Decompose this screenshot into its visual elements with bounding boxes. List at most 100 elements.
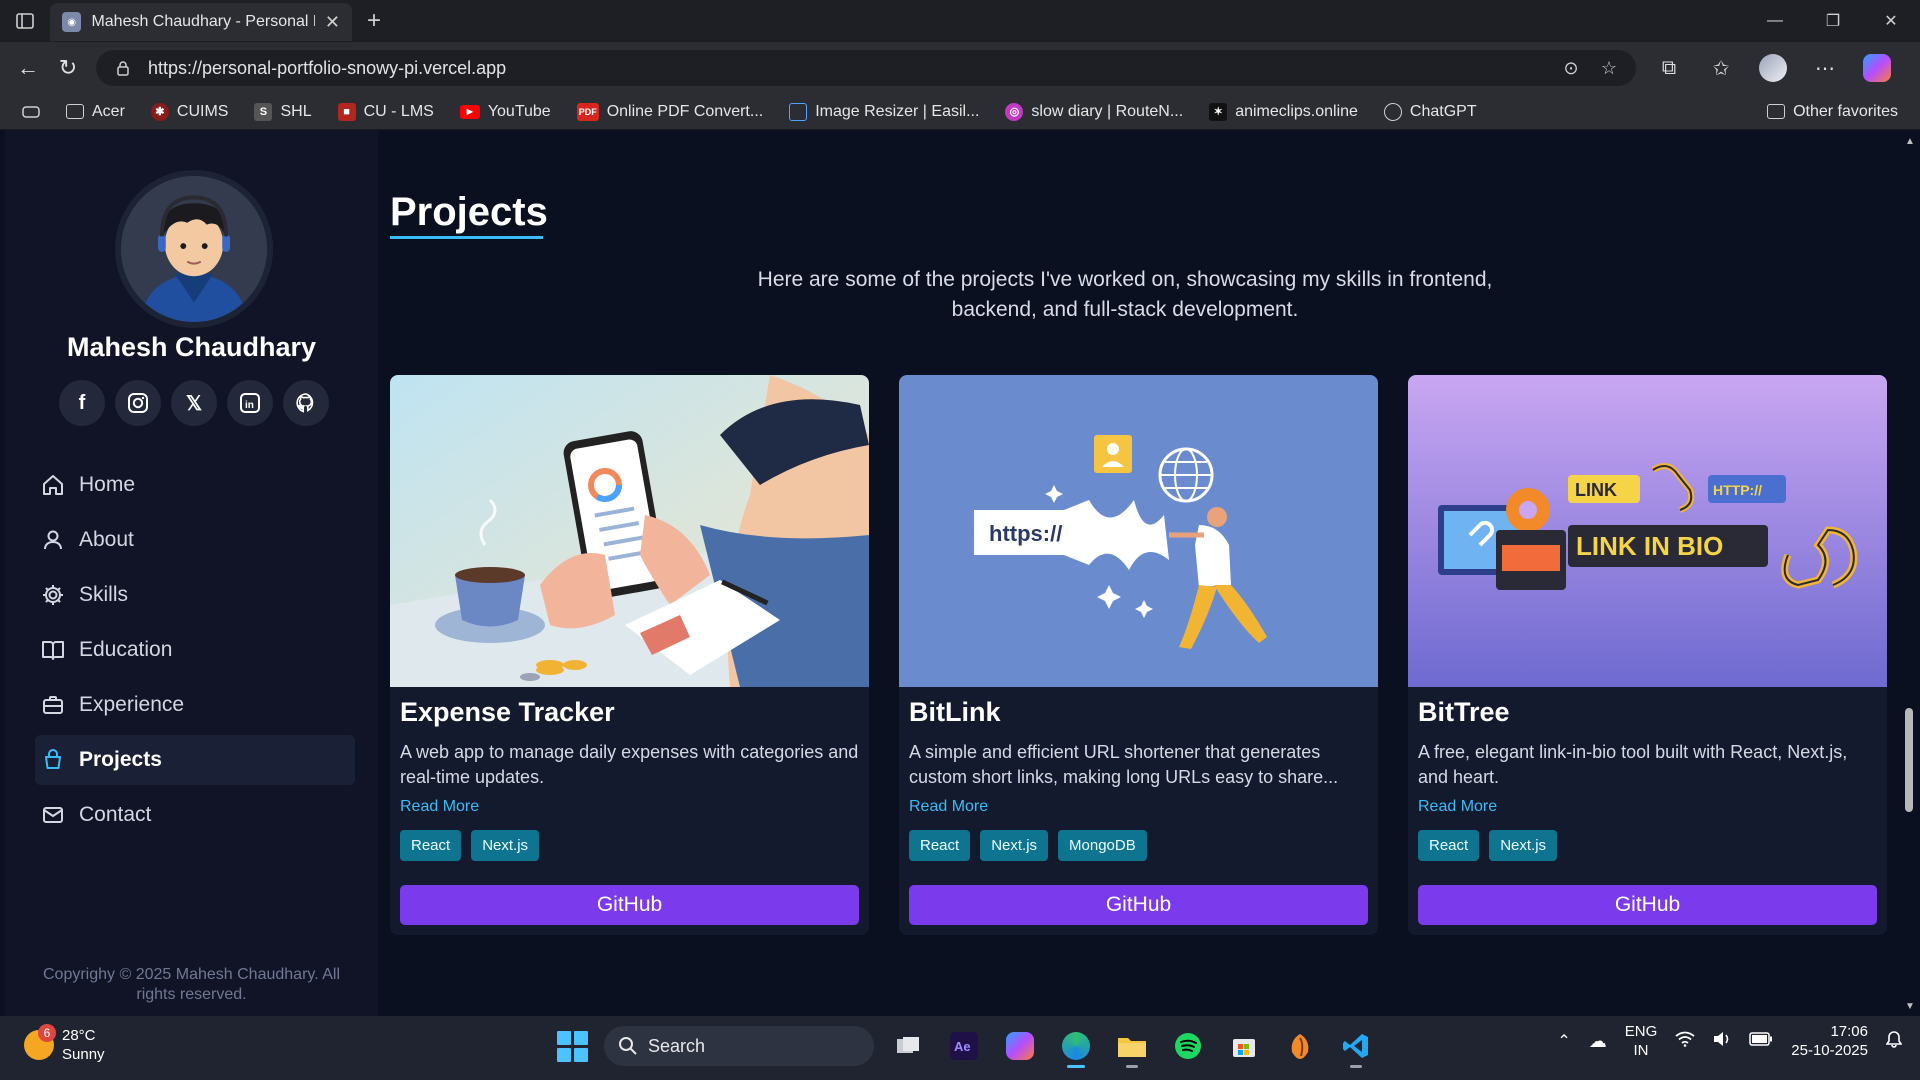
back-icon[interactable]: ← (8, 48, 48, 88)
bookmark-acer[interactable]: Acer (56, 97, 135, 127)
sidebar-item-projects[interactable]: Projects (35, 735, 355, 785)
wifi-icon[interactable] (1675, 1031, 1695, 1052)
avatar (115, 170, 273, 328)
page-scrollbar[interactable]: ▲ ▼ (1900, 130, 1920, 1016)
favorites-icon[interactable]: ✩ (1698, 48, 1744, 88)
bookmark-label: SHL (280, 102, 312, 120)
bookmark-animeclips[interactable]: ✶ animeclips.online (1199, 97, 1368, 127)
sidebar-item-contact[interactable]: Contact (35, 790, 355, 840)
folder-icon (66, 104, 84, 119)
date: 25-10-2025 (1791, 1042, 1868, 1059)
other-favorites[interactable]: Other favorites (1757, 97, 1908, 127)
svg-text:in: in (245, 400, 254, 411)
project-card-bitlink: https:// BitLink A simple and efficient … (899, 375, 1378, 935)
bookmark-chatgpt[interactable]: ChatGPT (1374, 97, 1487, 127)
taskbar-search[interactable]: Search (604, 1026, 874, 1066)
start-button[interactable] (552, 1026, 592, 1066)
new-tab-icon[interactable]: + (352, 2, 396, 40)
favorite-star-icon[interactable]: ☆ (1596, 55, 1622, 81)
chevron-up-icon[interactable]: ⌃ (1557, 1031, 1570, 1051)
bookmark-image-resizer[interactable]: Image Resizer | Easil... (779, 97, 989, 127)
language-code: ENG (1624, 1023, 1658, 1040)
weather-badge: 6 (38, 1024, 56, 1042)
language-indicator[interactable]: ENG IN (1625, 1022, 1658, 1060)
read-more-link[interactable]: Read More (400, 798, 479, 816)
sidebar-item-skills[interactable]: Skills (35, 570, 355, 620)
tab-close-icon[interactable]: ✕ (325, 12, 340, 33)
linkedin-icon[interactable]: in (227, 380, 273, 426)
copilot-icon[interactable] (1854, 48, 1900, 88)
battery-icon[interactable] (1749, 1031, 1773, 1051)
active-tab[interactable]: ◉ Mahesh Chaudhary - Personal Por ✕ (50, 3, 352, 41)
copilot-app-icon[interactable] (998, 1024, 1042, 1068)
bookmark-cu-lms[interactable]: ■ CU - LMS (328, 97, 444, 127)
sidebar-item-experience[interactable]: Experience (35, 680, 355, 730)
projects-section: Projects Here are some of the projects I… (390, 130, 1900, 1016)
after-effects-icon[interactable]: Ae (942, 1024, 986, 1068)
volume-icon[interactable] (1713, 1031, 1731, 1052)
more-options-icon[interactable]: ⋯ (1802, 48, 1848, 88)
task-view-icon[interactable] (886, 1024, 930, 1068)
github-button[interactable]: GitHub (909, 885, 1368, 925)
bookmark-slow-diary[interactable]: ◎ slow diary | RouteN... (995, 97, 1193, 127)
address-bar[interactable]: https://personal-portfolio-snowy-pi.verc… (96, 50, 1636, 86)
search-icon (619, 1037, 637, 1055)
facebook-icon[interactable]: f (59, 380, 105, 426)
weather-widget[interactable]: 6 28°C Sunny (24, 1024, 105, 1064)
site-info-icon[interactable] (110, 55, 136, 81)
minimize-icon[interactable]: — (1746, 0, 1804, 42)
sidebar-toggle-icon[interactable] (0, 0, 50, 42)
scrollbar-thumb[interactable] (1905, 708, 1913, 812)
notifications-icon[interactable] (1885, 1030, 1903, 1053)
onedrive-icon[interactable]: ☁ (1589, 1031, 1607, 1052)
microsoft-store-icon[interactable] (1222, 1024, 1266, 1068)
extensions-icon[interactable]: ⧉ (1646, 48, 1692, 88)
file-explorer-icon[interactable] (1110, 1024, 1154, 1068)
bookmark-label: YouTube (487, 102, 551, 120)
read-more-link[interactable]: Read More (909, 798, 988, 816)
x-icon[interactable]: 𝕏 (171, 380, 217, 426)
browser-window: ◉ Mahesh Chaudhary - Personal Por ✕ + — … (0, 0, 1920, 1080)
bookmark-pdf[interactable]: PDF Online PDF Convert... (567, 97, 774, 127)
spotify-icon[interactable] (1166, 1024, 1210, 1068)
navigation-bar: ← ↻ https://personal-portfolio-snowy-pi.… (0, 42, 1920, 94)
sidebar-item-education[interactable]: Education (35, 625, 355, 675)
instagram-icon[interactable] (115, 380, 161, 426)
svg-text:Ae: Ae (954, 1039, 971, 1054)
restore-icon[interactable]: ❐ (1804, 0, 1862, 42)
chatgpt-icon (1383, 102, 1402, 121)
time: 17:06 (1830, 1023, 1868, 1040)
bookmark-cuims[interactable]: ✱ CUIMS (141, 97, 239, 127)
bookmark-label: slow diary | RouteN... (1031, 102, 1184, 120)
github-icon[interactable] (283, 380, 329, 426)
tab-actions-icon[interactable] (12, 97, 50, 127)
profile-avatar[interactable] (1750, 48, 1796, 88)
read-more-link[interactable]: Read More (1418, 798, 1497, 816)
project-description: A free, elegant link-in-bio tool built w… (1418, 742, 1848, 787)
tech-tag: Next.js (471, 830, 540, 861)
github-button[interactable]: GitHub (1418, 885, 1877, 925)
close-window-icon[interactable]: ✕ (1862, 0, 1920, 42)
edge-icon[interactable] (1054, 1024, 1098, 1068)
page-title: Projects (390, 190, 548, 234)
bookmarks-bar: Acer ✱ CUIMS S SHL ■ CU - LMS ▶ YouTube … (0, 94, 1920, 130)
project-title: BitTree (1418, 697, 1510, 727)
bookmark-shl[interactable]: S SHL (244, 97, 321, 127)
bittree-banner-text: LINK IN BIO (1576, 531, 1723, 561)
reading-mode-icon[interactable]: ⊙ (1558, 55, 1584, 81)
bookmark-youtube[interactable]: ▶ YouTube (450, 97, 561, 127)
sidebar-item-about[interactable]: About (35, 515, 355, 565)
copyright-text: Copyrighy © 2025 Mahesh Chaudhary. All r… (43, 966, 340, 1003)
refresh-icon[interactable]: ↻ (48, 48, 88, 88)
url-text[interactable]: https://personal-portfolio-snowy-pi.verc… (148, 58, 1546, 79)
clock[interactable]: 17:06 25-10-2025 (1791, 1022, 1868, 1060)
search-label: Search (648, 1035, 706, 1056)
scroll-up-icon[interactable]: ▲ (1905, 136, 1915, 147)
github-button[interactable]: GitHub (400, 885, 859, 925)
tech-tag: React (1418, 830, 1480, 861)
user-icon (39, 528, 67, 552)
fl-studio-icon[interactable] (1278, 1024, 1322, 1068)
scroll-down-icon[interactable]: ▼ (1905, 1001, 1915, 1012)
vscode-icon[interactable] (1334, 1024, 1378, 1068)
sidebar-item-home[interactable]: Home (35, 460, 355, 510)
